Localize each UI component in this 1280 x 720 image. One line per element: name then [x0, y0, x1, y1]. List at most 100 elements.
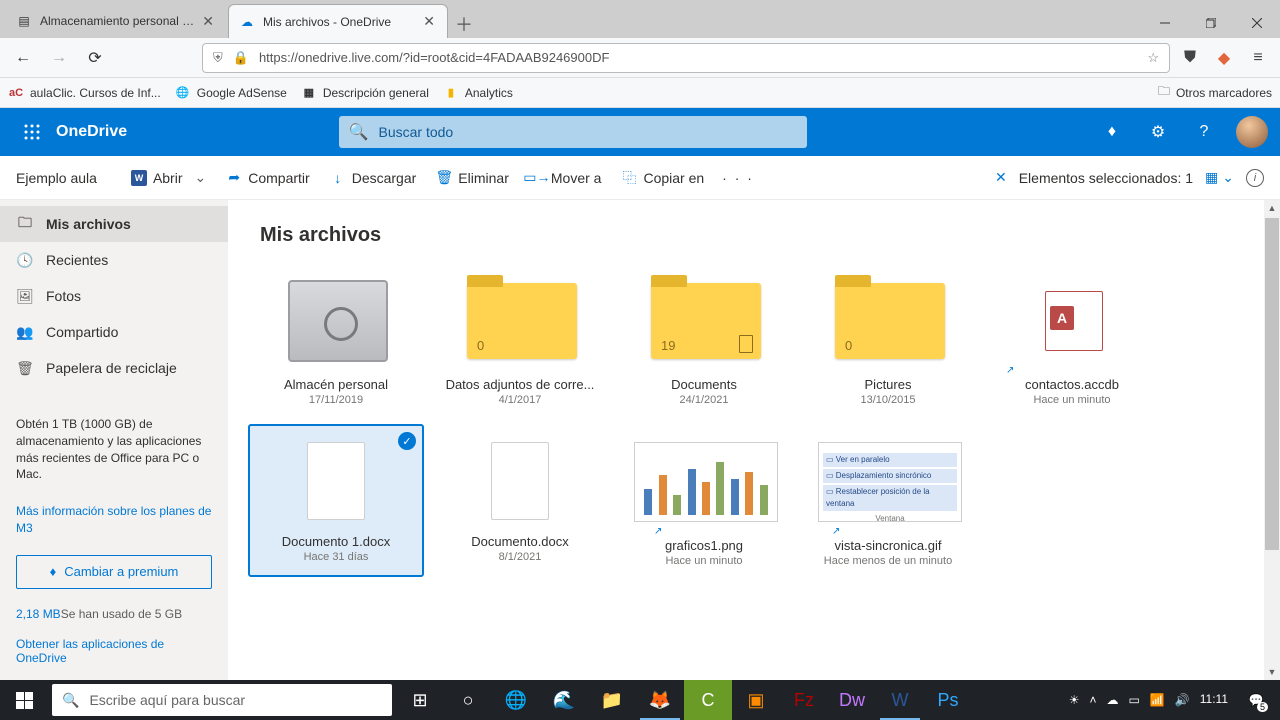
sidebar-item-recycle[interactable]: 🗑Papelera de reciclaje [0, 350, 228, 386]
view-switcher[interactable]: ▦⌄ [1205, 169, 1234, 186]
bookmark-star-icon[interactable]: ☆ [1147, 50, 1159, 66]
cancel-selection-icon[interactable]: ✕ [995, 169, 1007, 186]
image-icon: 🖼 [16, 287, 34, 305]
camtasia-app-icon[interactable]: C [684, 680, 732, 720]
bookmark-item[interactable]: ▮Analytics [443, 85, 513, 101]
close-icon[interactable]: ✕ [421, 13, 437, 30]
close-icon[interactable]: ✕ [200, 13, 216, 30]
window-close-button[interactable] [1234, 8, 1280, 38]
window-minimize-button[interactable] [1142, 8, 1188, 38]
shield-icon[interactable]: ⛨ [213, 50, 223, 66]
share-button[interactable]: ➦Compartir [216, 162, 319, 194]
file-tile-image[interactable]: ↗ graficos1.png Hace un minuto [616, 424, 792, 577]
more-actions-button[interactable]: · · · [714, 162, 762, 194]
bookmark-item[interactable]: 🌐Google AdSense [175, 85, 287, 101]
upgrade-premium-button[interactable]: ♦Cambiar a premium [16, 555, 212, 589]
battery-tray-icon[interactable]: ▭ [1129, 693, 1140, 707]
filezilla-app-icon[interactable]: Fz [780, 680, 828, 720]
action-center-button[interactable]: 💬5 [1242, 686, 1270, 714]
details-pane-button[interactable]: i [1246, 169, 1264, 187]
download-button[interactable]: ↓Descargar [320, 162, 427, 194]
file-tile-vault[interactable]: Almacén personal 17/11/2019 [248, 263, 424, 416]
premium-learn-more-link[interactable]: Más información sobre los planes de M3 [16, 504, 211, 535]
folder-icon: 🗀 [16, 215, 34, 233]
tray-chevron-icon[interactable]: ˄ [1089, 693, 1096, 707]
new-tab-button[interactable]: ＋ [450, 10, 478, 38]
bookmark-item[interactable]: aCaulaClic. Cursos de Inf... [8, 85, 161, 101]
search-box[interactable]: 🔍 [339, 116, 807, 148]
firefox-app-icon[interactable]: 🦊 [636, 680, 684, 720]
scroll-up-icon[interactable]: ▲ [1264, 200, 1280, 216]
sidebar-item-recent[interactable]: 🕓Recientes [0, 242, 228, 278]
premium-promo-text: Obtén 1 TB (1000 GB) de almacenamiento y… [0, 406, 228, 493]
search-icon: 🔍 [62, 692, 79, 709]
scroll-down-icon[interactable]: ▼ [1264, 664, 1280, 680]
onedrive-tray-icon[interactable]: ☁ [1107, 693, 1119, 707]
word-icon: W [131, 170, 147, 186]
windows-taskbar: 🔍Escribe aquí para buscar ⊞ ○ 🌐 🌊 📁 🦊 C … [0, 680, 1280, 720]
photoshop-app-icon[interactable]: Ps [924, 680, 972, 720]
clock-icon: 🕓 [16, 251, 34, 269]
app-launcher-button[interactable] [12, 112, 52, 152]
cortana-button[interactable]: ○ [444, 680, 492, 720]
window-restore-button[interactable] [1188, 8, 1234, 38]
dreamweaver-app-icon[interactable]: Dw [828, 680, 876, 720]
help-icon[interactable]: ? [1190, 118, 1218, 146]
get-apps-link[interactable]: Obtener las aplicaciones de OneDrive [16, 637, 164, 665]
sublime-app-icon[interactable]: ▣ [732, 680, 780, 720]
file-tile-image[interactable]: ▭ Ver en paralelo ▭ Desplazamiento sincr… [800, 424, 976, 577]
sidebar-item-shared[interactable]: 👥Compartido [0, 314, 228, 350]
back-button[interactable]: ← [8, 43, 38, 73]
chrome-app-icon[interactable]: 🌐 [492, 680, 540, 720]
bookmark-item[interactable]: ▦Descripción general [301, 85, 429, 101]
scrollbar-thumb[interactable] [1265, 218, 1279, 550]
settings-gear-icon[interactable]: ⚙ [1144, 118, 1172, 146]
weather-tray-icon[interactable]: ☀ [1069, 693, 1080, 707]
taskview-button[interactable]: ⊞ [396, 680, 444, 720]
site-icon: aC [8, 85, 24, 101]
file-tile-folder[interactable]: 19 Documents 24/1/2021 [616, 263, 792, 416]
account-avatar[interactable] [1236, 116, 1268, 148]
sidebar-item-photos[interactable]: 🖼Fotos [0, 278, 228, 314]
move-button[interactable]: ▭→Mover a [519, 162, 612, 194]
other-bookmarks-button[interactable]: 🗀Otros marcadores [1158, 82, 1272, 103]
chevron-down-icon[interactable]: ⌄ [195, 169, 207, 186]
reload-button[interactable]: ⟳ [80, 43, 110, 73]
browser-tab[interactable]: ▤ Almacenamiento personal en la ... ✕ [6, 4, 226, 38]
people-icon: 👥 [16, 323, 34, 341]
word-app-icon[interactable]: W [876, 680, 924, 720]
forward-button[interactable]: → [44, 43, 74, 73]
sidebar-item-myfiles[interactable]: 🗀Mis archivos [0, 206, 228, 242]
browser-tab-strip: ▤ Almacenamiento personal en la ... ✕ ☁ … [0, 0, 1280, 38]
volume-tray-icon[interactable]: 🔊 [1175, 693, 1190, 707]
file-tile-folder[interactable]: 0 Datos adjuntos de corre... 4/1/2017 [432, 263, 608, 416]
copy-icon: ⿻ [621, 170, 637, 186]
onedrive-favicon-icon: ☁ [239, 14, 255, 30]
lock-icon[interactable]: 🔒 [233, 50, 249, 66]
onedrive-brand[interactable]: OneDrive [56, 123, 127, 141]
extension-icon[interactable]: ◆ [1210, 44, 1238, 72]
start-button[interactable] [0, 680, 48, 720]
file-tile-folder[interactable]: 0 Pictures 13/10/2015 [800, 263, 976, 416]
selected-check-icon[interactable]: ✓ [398, 432, 416, 450]
copy-button[interactable]: ⿻Copiar en [611, 162, 714, 194]
explorer-app-icon[interactable]: 📁 [588, 680, 636, 720]
wifi-tray-icon[interactable]: 📶 [1150, 693, 1165, 707]
edge-app-icon[interactable]: 🌊 [540, 680, 588, 720]
browser-tab[interactable]: ☁ Mis archivos - OneDrive ✕ [228, 4, 448, 38]
file-tile-doc[interactable]: Documento.docx 8/1/2021 [432, 424, 608, 577]
file-tile-doc[interactable]: ✓ Documento 1.docx Hace 31 días [248, 424, 424, 577]
delete-button[interactable]: 🗑Eliminar [426, 162, 519, 194]
taskbar-search[interactable]: 🔍Escribe aquí para buscar [52, 684, 392, 716]
file-tile-access[interactable]: ↗ contactos.accdb Hace un minuto [984, 263, 1160, 416]
browser-toolbar: ← → ⟳ ⛨ 🔒 https://onedrive.live.com/?id=… [0, 38, 1280, 78]
taskbar-clock[interactable]: 11:11 [1200, 693, 1232, 706]
address-bar[interactable]: ⛨ 🔒 https://onedrive.live.com/?id=root&c… [202, 43, 1170, 73]
open-button[interactable]: WAbrir⌄ [121, 162, 216, 194]
menu-icon[interactable]: ≡ [1244, 44, 1272, 72]
share-icon: ➦ [226, 170, 242, 186]
search-input[interactable] [378, 124, 796, 140]
premium-diamond-icon[interactable]: ♦ [1098, 118, 1126, 146]
vertical-scrollbar[interactable]: ▲ ▼ [1264, 200, 1280, 680]
pocket-icon[interactable]: ⛊ [1176, 44, 1204, 72]
